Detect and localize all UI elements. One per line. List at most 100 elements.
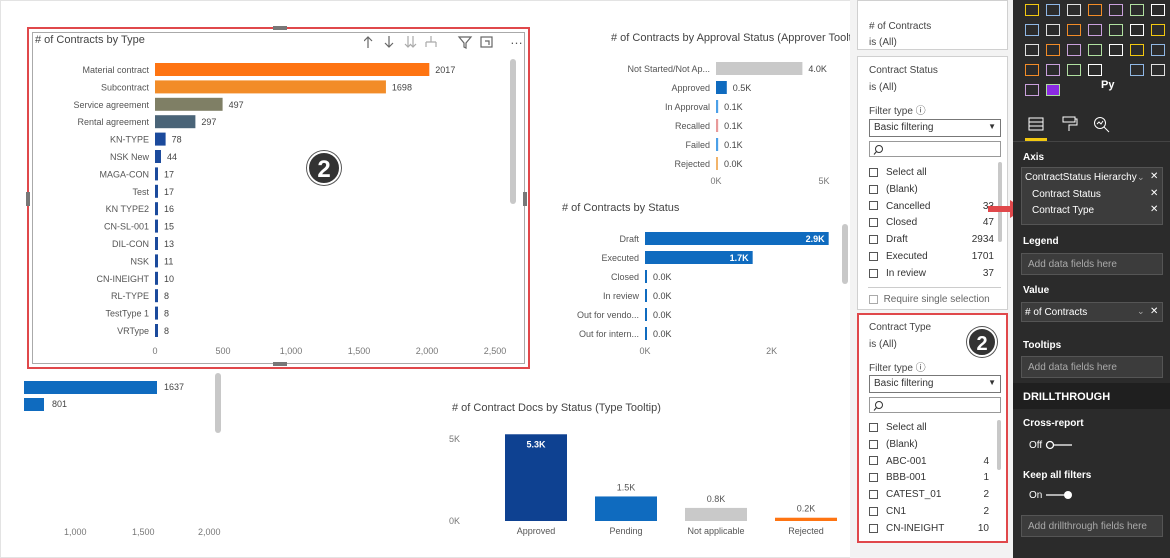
bar[interactable] <box>155 115 196 129</box>
visual-type-icon[interactable] <box>1088 4 1102 16</box>
filter-list-item[interactable]: Executed 1701 <box>869 251 994 262</box>
filter-list-item[interactable]: Select all <box>869 167 994 178</box>
checkbox[interactable] <box>869 523 878 533</box>
bar[interactable] <box>155 324 158 337</box>
visual-type-icon[interactable] <box>1067 4 1081 16</box>
bar[interactable] <box>155 150 161 163</box>
visual-type-icon[interactable] <box>1046 64 1060 76</box>
contracts-count-filter[interactable]: # of Contracts is (All) <box>857 0 1008 50</box>
visual-type-icon[interactable] <box>1067 44 1081 56</box>
bar[interactable] <box>685 507 747 521</box>
filter-type-select[interactable]: Basic filtering ▼ <box>869 119 1001 137</box>
axis-field-type[interactable]: Contract Type <box>1032 205 1094 216</box>
bar[interactable] <box>155 202 158 216</box>
filter-list-item[interactable]: ABC-001 4 <box>869 456 989 467</box>
checkbox[interactable] <box>869 184 878 194</box>
visual-type-icon[interactable] <box>1088 64 1102 76</box>
keep-filters-toggle[interactable]: On <box>1029 490 1073 501</box>
visual-type-icon[interactable] <box>1151 64 1165 76</box>
checkbox[interactable] <box>869 268 878 278</box>
visual-type-icon[interactable] <box>1025 84 1039 96</box>
filter-list-item[interactable]: BBB-001 1 <box>869 472 989 483</box>
checkbox[interactable] <box>869 294 878 304</box>
filter-list-item[interactable]: (Blank) <box>869 439 989 450</box>
remove-field-icon[interactable]: ✕ <box>1150 204 1158 215</box>
axis-well[interactable]: ContractStatus Hierarchy ⌄ ✕ Contract St… <box>1021 167 1163 225</box>
legend-well[interactable]: Add data fields here <box>1021 253 1163 275</box>
visual-type-icon[interactable] <box>1025 64 1039 76</box>
bar[interactable] <box>155 289 158 303</box>
bar[interactable] <box>716 119 719 132</box>
filter-search-input[interactable] <box>869 397 1001 413</box>
visual-type-icon[interactable] <box>1151 24 1165 36</box>
require-single-selection[interactable]: Require single selection <box>869 294 990 305</box>
visual-scrollbar[interactable] <box>510 59 516 204</box>
visual-type-icon[interactable] <box>1046 84 1060 96</box>
python-visual-icon[interactable]: Py <box>1101 79 1114 91</box>
chevron-down-icon[interactable]: ⌄ <box>1137 172 1145 183</box>
visual-type-icon[interactable] <box>1025 44 1039 56</box>
value-well[interactable]: # of Contracts ⌄ ✕ <box>1021 302 1163 322</box>
checkbox[interactable] <box>869 456 878 466</box>
visual-type-icon[interactable] <box>1130 44 1144 56</box>
bar[interactable] <box>645 232 829 245</box>
visual-type-icon[interactable] <box>1130 64 1144 76</box>
bar[interactable] <box>716 62 803 75</box>
bar[interactable] <box>155 167 158 181</box>
bar[interactable] <box>155 254 158 268</box>
bar[interactable] <box>155 63 430 76</box>
filter-list-item[interactable]: Cancelled33 <box>869 201 994 212</box>
visual-type-icon[interactable] <box>1088 24 1102 36</box>
bar[interactable] <box>595 496 657 521</box>
status-chart-scrollbar[interactable] <box>842 224 848 284</box>
filter-list-item[interactable]: Closed 47 <box>869 217 994 228</box>
checkbox[interactable] <box>869 490 878 500</box>
contract-type-filter[interactable]: Contract Type is (All) Filter type ⓘ Bas… <box>857 313 1008 543</box>
visual-type-icon[interactable] <box>1025 24 1039 36</box>
bar[interactable] <box>155 219 158 233</box>
filter-list-item[interactable]: Draft 2934 <box>869 234 994 245</box>
filter-search-input[interactable] <box>869 141 1001 157</box>
bar[interactable] <box>645 308 647 321</box>
remove-field-icon[interactable]: ✕ <box>1150 171 1158 182</box>
bar[interactable] <box>155 80 386 94</box>
cross-report-toggle[interactable]: Off <box>1029 440 1073 451</box>
visual-type-icon[interactable] <box>1109 44 1123 56</box>
analytics-magnifier-icon[interactable] <box>1093 116 1111 134</box>
bar[interactable] <box>716 138 719 151</box>
bar[interactable] <box>716 100 719 113</box>
format-paint-roller-icon[interactable] <box>1061 116 1079 134</box>
bar[interactable] <box>155 306 158 320</box>
checkbox[interactable] <box>869 473 878 483</box>
visual-type-icon[interactable] <box>1130 24 1144 36</box>
visual-type-icon[interactable] <box>1025 4 1039 16</box>
visual-type-icon[interactable] <box>1109 4 1123 16</box>
value-field[interactable]: # of Contracts <box>1025 307 1087 318</box>
checkbox[interactable] <box>869 506 878 516</box>
checkbox[interactable] <box>869 235 878 245</box>
resize-handle-bottom[interactable] <box>273 362 287 366</box>
visual-type-icon[interactable] <box>1109 24 1123 36</box>
axis-field-hierarchy[interactable]: ContractStatus Hierarchy <box>1025 172 1137 183</box>
visual-type-icon[interactable] <box>1067 24 1081 36</box>
resize-handle-right[interactable] <box>523 192 527 206</box>
filter-list-scrollbar[interactable] <box>997 420 1001 470</box>
checkbox[interactable] <box>869 439 878 449</box>
remove-field-icon[interactable]: ✕ <box>1150 188 1158 199</box>
fields-tab-icon[interactable] <box>1028 116 1046 134</box>
checkbox[interactable] <box>869 201 878 211</box>
checkbox[interactable] <box>869 167 878 177</box>
resize-handle-left[interactable] <box>26 192 30 206</box>
bar[interactable] <box>155 184 158 198</box>
toggle-off-icon[interactable] <box>1045 440 1073 450</box>
bar[interactable] <box>155 97 223 111</box>
visual-type-icon[interactable] <box>1130 4 1144 16</box>
bar[interactable] <box>155 132 166 146</box>
toggle-on-icon[interactable] <box>1045 490 1073 500</box>
bar[interactable] <box>645 327 647 340</box>
axis-field-status[interactable]: Contract Status <box>1032 189 1101 200</box>
bar[interactable] <box>716 157 718 170</box>
checkbox[interactable] <box>869 218 878 228</box>
filter-list-item[interactable]: CN-INEIGHT 10 <box>869 523 989 534</box>
bar[interactable] <box>716 81 727 94</box>
